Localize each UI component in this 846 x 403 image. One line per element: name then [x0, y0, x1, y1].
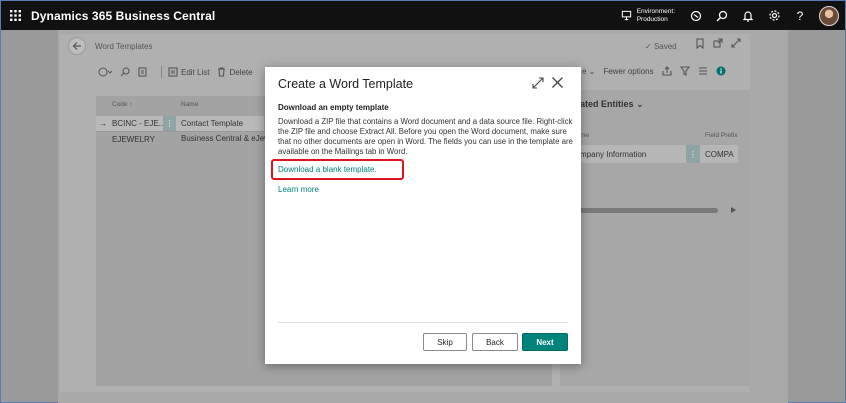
delete-label: Delete: [229, 67, 253, 77]
document-icon: [138, 67, 147, 77]
filter-menu[interactable]: [98, 67, 112, 77]
factbox-column-name: me: [580, 132, 590, 139]
help-glyph: ?: [796, 8, 804, 23]
back-arrow-icon: [72, 42, 81, 50]
toolbar-divider: [161, 66, 162, 78]
factbox-row-name[interactable]: mpany Information: [580, 150, 646, 159]
bookmark-icon[interactable]: [695, 38, 705, 49]
search-icon[interactable]: [709, 1, 735, 30]
trash-icon: [218, 67, 226, 77]
row-code[interactable]: BCINC - EJE...: [112, 119, 165, 128]
help-button[interactable]: ?: [787, 1, 813, 30]
share-icon[interactable]: [662, 66, 672, 76]
column-header-name[interactable]: Name: [181, 101, 198, 108]
environment-label: Environment:: [636, 7, 675, 15]
search-list-button[interactable]: [120, 67, 130, 77]
more-options-chevron[interactable]: e ⌄: [582, 67, 595, 76]
row-name[interactable]: Contact Template: [181, 119, 243, 128]
factbox-row-actions[interactable]: ⋮: [686, 145, 700, 163]
fewer-options-button[interactable]: Fewer options: [603, 67, 653, 76]
saved-label: Saved: [653, 42, 677, 51]
dialog-divider: [278, 322, 568, 323]
row-actions-button[interactable]: ⋮: [163, 116, 176, 131]
horizontal-scrollbar[interactable]: [566, 208, 718, 213]
search-icon: [120, 67, 130, 77]
scroll-right-arrow[interactable]: [731, 207, 736, 213]
environment-icon: [621, 10, 631, 21]
factbox-title[interactable]: ated Entities ⌄: [580, 99, 644, 110]
filter-icon: [98, 67, 112, 77]
open-new-icon[interactable]: [713, 38, 723, 48]
avatar[interactable]: [819, 5, 839, 26]
info-icon[interactable]: [716, 66, 726, 76]
factbox-row-prefix[interactable]: COMPA: [705, 150, 734, 159]
edit-list-label: Edit List: [181, 67, 210, 77]
page-title: Word Templates: [95, 42, 153, 51]
dialog-section-heading: Download an empty template: [278, 103, 389, 112]
top-bar: Dynamics 365 Business Central Environmen…: [1, 1, 845, 30]
copilot-icon[interactable]: [683, 1, 709, 30]
delete-button[interactable]: Delete: [217, 67, 253, 77]
row-name[interactable]: Business Central & eJew: [181, 134, 270, 143]
create-word-template-dialog: Create a Word Template Download an empty…: [265, 67, 581, 364]
share-button[interactable]: [138, 67, 147, 77]
expand-page-icon[interactable]: [731, 38, 741, 48]
learn-more-link[interactable]: Learn more: [278, 185, 319, 194]
action-bar: Edit List Delete: [98, 66, 261, 78]
highlight-box: [271, 159, 404, 180]
saved-status: ✓ Saved: [645, 42, 677, 51]
close-icon[interactable]: [551, 76, 564, 89]
filter-icon[interactable]: [679, 66, 690, 76]
waffle-icon[interactable]: [1, 1, 29, 30]
dialog-title: Create a Word Template: [278, 77, 414, 91]
app-title[interactable]: Dynamics 365 Business Central: [31, 9, 215, 23]
dialog-instructions: Download a ZIP file that contains a Word…: [278, 117, 573, 156]
expand-icon[interactable]: [532, 77, 544, 89]
list-view-icon[interactable]: [698, 66, 708, 76]
factbox-column-prefix: Field Prefix: [705, 132, 738, 139]
bell-icon[interactable]: [735, 1, 761, 30]
environment-value: Production: [636, 15, 668, 23]
factbox-title-label: ated Entities: [580, 99, 634, 109]
environment-switcher[interactable]: Environment: Production: [621, 8, 675, 24]
column-header-code[interactable]: Code ↑: [112, 101, 133, 108]
row-code[interactable]: EJEWELRY: [112, 135, 155, 144]
skip-button[interactable]: Skip: [423, 333, 467, 351]
back-button[interactable]: Back: [472, 333, 518, 351]
gear-icon[interactable]: [761, 1, 787, 30]
edit-list-icon: [168, 67, 178, 77]
row-arrow-icon: →: [99, 119, 107, 128]
back-button[interactable]: [68, 37, 86, 55]
next-button[interactable]: Next: [522, 333, 568, 351]
edit-list-button[interactable]: Edit List: [168, 67, 209, 77]
action-bar-right: e ⌄ Fewer options: [582, 66, 726, 76]
